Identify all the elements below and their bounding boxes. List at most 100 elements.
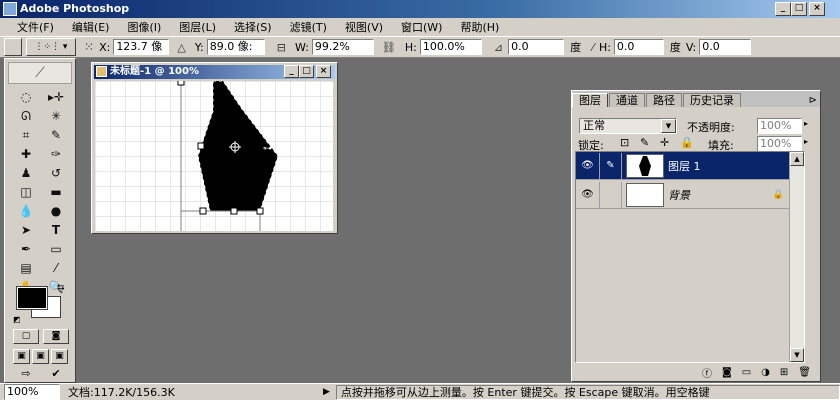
new-layer-icon[interactable]: ⊞ — [780, 367, 788, 378]
gradient-tool-icon[interactable]: ▬ — [43, 184, 69, 201]
relative-position-icon[interactable]: △ — [177, 41, 185, 54]
close-icon[interactable]: × — [809, 2, 825, 16]
lock-all-icon[interactable]: 🔒 — [680, 136, 694, 149]
edit-check-icon[interactable]: ✔ — [43, 367, 69, 382]
menu-help[interactable]: 帮助(H) — [451, 19, 508, 35]
app-title-bar: Adobe Photoshop _ □ × — [0, 0, 840, 18]
menu-file[interactable]: 文件(F) — [8, 19, 63, 35]
screen-mode-standard-icon[interactable]: ▣ — [13, 349, 30, 364]
canvas[interactable]: ⊶ — [95, 81, 333, 231]
doc-minimize-icon[interactable]: _ — [284, 65, 299, 78]
maximize-icon[interactable]: □ — [791, 2, 807, 16]
tab-layers[interactable]: 图层 — [572, 93, 608, 107]
brush-tool-icon[interactable]: ✑ — [43, 146, 69, 163]
standard-mode-icon[interactable]: ▢ — [13, 329, 39, 344]
lock-transparency-icon[interactable]: ⊡ — [620, 136, 629, 149]
blend-mode-select[interactable]: 正常 ▼ — [579, 118, 677, 134]
screen-mode-full-menu-icon[interactable]: ▣ — [32, 349, 49, 364]
swap-colors-icon[interactable]: ⇆ — [57, 283, 65, 293]
layer-row-layer1[interactable]: 👁 ✎ 图层 1 — [576, 152, 804, 180]
dodge-tool-icon[interactable]: ● — [43, 203, 69, 220]
x-position-input[interactable]: 123.7 像 — [113, 39, 170, 55]
move-tool-icon[interactable]: ▸✛ — [43, 89, 69, 106]
fill-input[interactable]: 100% — [757, 136, 802, 152]
status-bar: 100% 文档:117.2K/156.3K ▶ 点按并拖移可从边上测量。按 En… — [0, 383, 840, 400]
brush-link-icon[interactable]: ✎ — [600, 152, 622, 179]
shape-tool-icon[interactable]: ▭ — [43, 241, 69, 258]
transform-handle[interactable] — [177, 81, 185, 86]
tab-channels[interactable]: 通道 — [609, 93, 645, 107]
history-brush-icon[interactable]: ↺ — [43, 165, 69, 182]
opacity-input[interactable]: 100% — [757, 118, 802, 134]
visibility-eye-icon[interactable]: 👁 — [576, 181, 600, 208]
minimize-icon[interactable]: _ — [775, 2, 791, 16]
new-set-icon[interactable]: ▭ — [742, 367, 751, 378]
rotation-input[interactable]: 0.0 — [508, 39, 565, 55]
y-position-input[interactable]: 89.0 像: — [206, 39, 265, 55]
opacity-arrow-icon[interactable]: ▸ — [804, 119, 808, 128]
trash-icon[interactable]: 🗑 — [798, 367, 811, 378]
screen-mode-full-icon[interactable]: ▣ — [51, 349, 68, 364]
layer-mask-icon[interactable]: ◙ — [722, 367, 732, 378]
visibility-eye-icon[interactable]: 👁 — [576, 152, 600, 179]
lock-position-icon[interactable]: ✛ — [660, 136, 669, 149]
marquee-tool-icon[interactable]: ◌ — [13, 89, 39, 106]
lock-image-icon[interactable]: ✎ — [640, 136, 649, 149]
lasso-tool-icon[interactable]: ᘏ — [13, 108, 39, 125]
link-aspect-icon[interactable]: ⛓ — [382, 41, 396, 54]
jump-to-imageready-icon[interactable]: ⇨ — [13, 367, 39, 382]
layer-thumbnail — [626, 182, 664, 207]
menu-image[interactable]: 图像(I) — [118, 19, 170, 35]
layer-list-scrollbar[interactable]: ▲ ▼ — [789, 152, 804, 362]
menu-edit[interactable]: 编辑(E) — [63, 19, 119, 35]
fill-arrow-icon[interactable]: ▸ — [804, 137, 808, 146]
foreground-color-swatch[interactable] — [16, 286, 48, 310]
notes-tool-icon[interactable]: ▤ — [13, 260, 39, 277]
palette-menu-icon[interactable]: ⊳ — [809, 95, 817, 106]
doc-maximize-icon[interactable]: □ — [299, 65, 314, 78]
doc-close-icon[interactable]: × — [316, 65, 331, 78]
scroll-down-icon[interactable]: ▼ — [790, 348, 804, 362]
layer-style-icon[interactable]: ⓕ — [702, 365, 712, 380]
transform-handle[interactable] — [197, 142, 205, 150]
transform-handle[interactable] — [230, 207, 238, 215]
status-menu-arrow-icon[interactable]: ▶ — [323, 387, 330, 397]
menu-filter[interactable]: 滤镜(T) — [281, 19, 336, 35]
eraser-tool-icon[interactable]: ◫ — [13, 184, 39, 201]
skew-cursor-icon: ⊶ — [263, 144, 272, 154]
tab-paths[interactable]: 路径 — [646, 93, 682, 107]
menu-view[interactable]: 视图(V) — [336, 19, 392, 35]
scroll-up-icon[interactable]: ▲ — [790, 152, 804, 166]
zoom-level-input[interactable]: 100% — [4, 384, 60, 400]
blur-tool-icon[interactable]: 💧 — [13, 203, 39, 220]
brush-link-icon[interactable] — [600, 181, 622, 208]
eyedropper-icon[interactable]: ⁄ — [43, 260, 69, 277]
default-colors-icon[interactable]: ◩ — [13, 315, 21, 324]
tool-preset-icon[interactable]: ⋮⁘⋮ ▾ — [26, 38, 76, 56]
magic-wand-icon[interactable]: ✳ — [43, 108, 69, 125]
h-skew-input[interactable]: 0.0 — [613, 39, 664, 55]
width-scale-input[interactable]: 99.2% — [311, 39, 374, 55]
pen-tool-icon[interactable]: ✒ — [13, 241, 39, 258]
tab-history[interactable]: 历史记录 — [683, 93, 741, 107]
clone-stamp-icon[interactable]: ♟ — [13, 165, 39, 182]
chevron-down-icon[interactable]: ▼ — [661, 119, 676, 133]
crop-tool-icon[interactable]: ⌗ — [13, 127, 39, 144]
height-scale-input[interactable]: 100.0% — [419, 39, 482, 55]
reference-point-icon[interactable]: ⁙ — [84, 40, 94, 54]
adjustment-layer-icon[interactable]: ◑ — [761, 367, 770, 378]
path-selection-icon[interactable]: ➤ — [13, 222, 39, 239]
healing-brush-icon[interactable]: ✚ — [13, 146, 39, 163]
transform-handle[interactable] — [256, 207, 264, 215]
menu-layer[interactable]: 图层(L) — [170, 19, 225, 35]
layer-row-background[interactable]: 👁 背景 🔒 — [576, 181, 804, 209]
v-skew-input[interactable]: 0.0 — [699, 39, 752, 55]
menu-select[interactable]: 选择(S) — [225, 19, 281, 35]
quickmask-mode-icon[interactable]: ◙ — [43, 329, 69, 344]
type-tool-icon[interactable]: T — [43, 222, 69, 239]
transform-handle[interactable] — [199, 207, 207, 215]
adobe-feather-icon[interactable]: ⟋ — [8, 62, 72, 84]
menu-window[interactable]: 窗口(W) — [392, 19, 451, 35]
layer-name: 图层 1 — [668, 159, 701, 173]
slice-tool-icon[interactable]: ✎ — [43, 127, 69, 144]
